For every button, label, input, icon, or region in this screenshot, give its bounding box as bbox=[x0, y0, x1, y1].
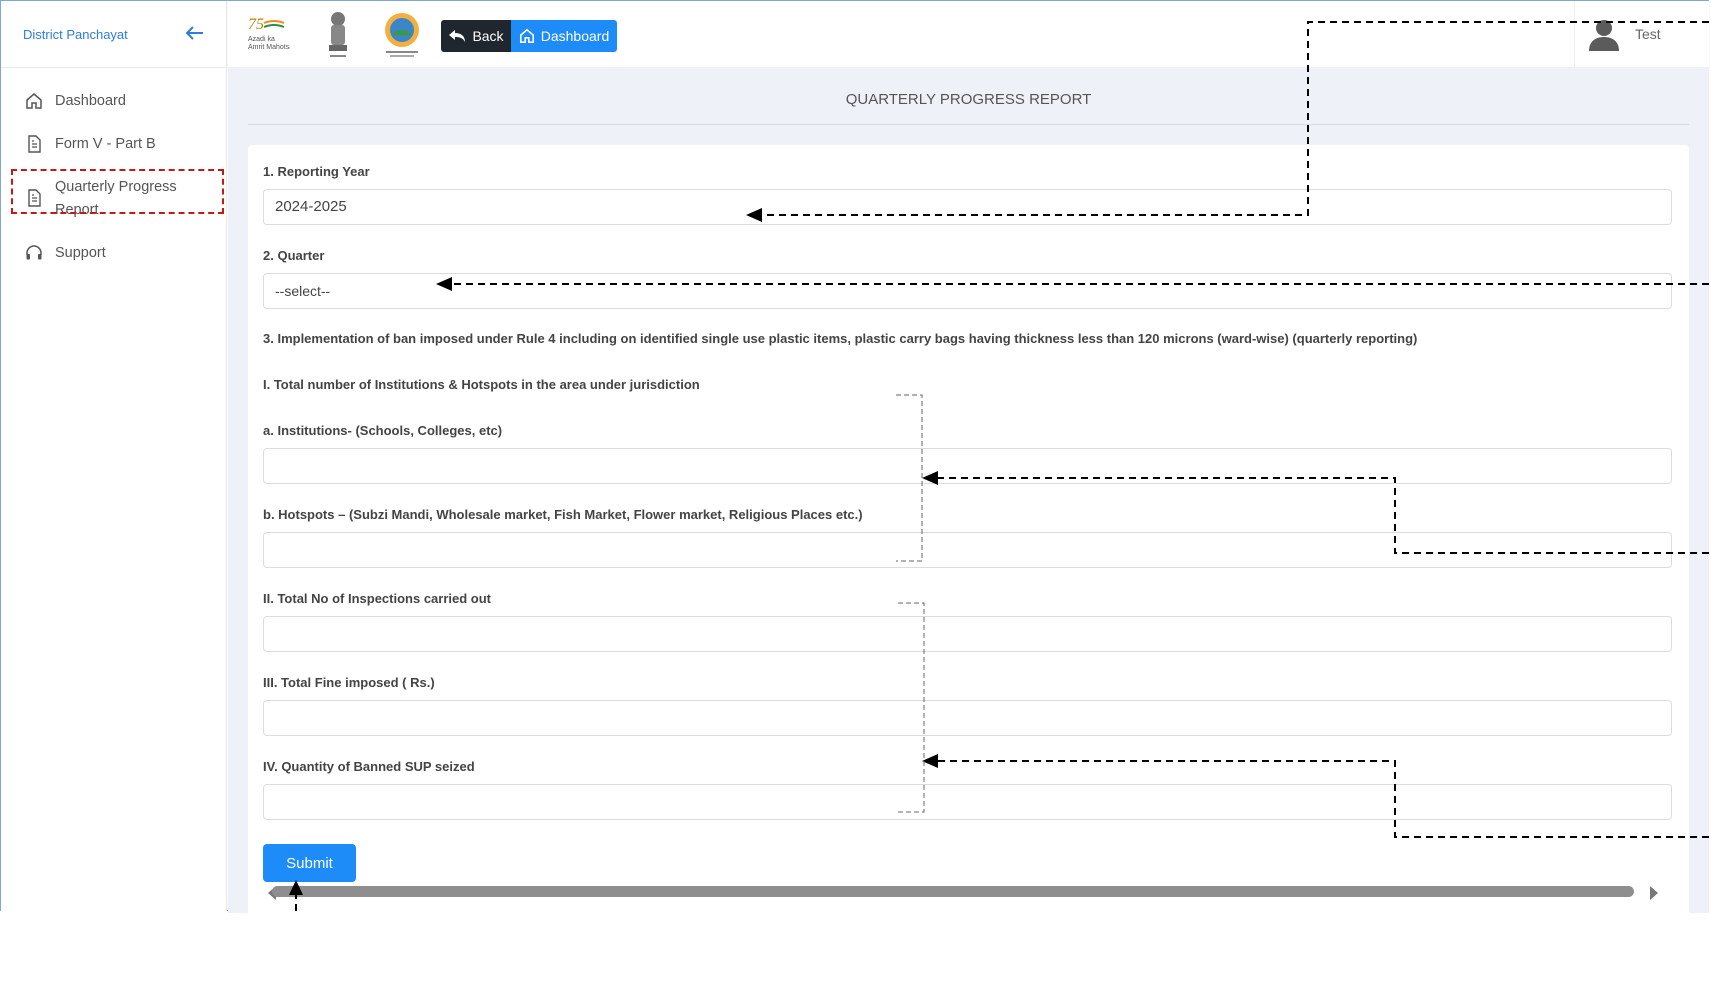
reporting-year-label: 1. Reporting Year bbox=[263, 164, 370, 179]
dashboard-button-label: Dashboard bbox=[540, 28, 610, 44]
highlight-annotation-box bbox=[11, 169, 224, 214]
national-emblem-logo bbox=[324, 9, 352, 66]
inspections-label: II. Total No of Inspections carried out bbox=[263, 591, 492, 606]
sidebar-item-form-v-part-b[interactable]: Form V - Part B bbox=[1, 123, 226, 166]
user-avatar-icon bbox=[1589, 20, 1619, 51]
sidebar-item-label: Dashboard bbox=[55, 93, 126, 109]
page-title: QUARTERLY PROGRESS REPORT bbox=[248, 91, 1689, 125]
submit-button[interactable]: Submit bbox=[263, 844, 356, 882]
collapse-arrow-icon[interactable] bbox=[185, 24, 204, 45]
hotspots-input[interactable] bbox=[263, 532, 1672, 568]
form-card: 1. Reporting Year 2024-2025 2. Quarter -… bbox=[248, 145, 1689, 985]
inspections-input[interactable] bbox=[263, 616, 1672, 652]
dashboard-button[interactable]: Dashboard bbox=[511, 20, 617, 52]
svg-text:75: 75 bbox=[248, 16, 264, 33]
home-icon bbox=[26, 93, 42, 109]
home-icon bbox=[519, 28, 534, 44]
user-name: Test bbox=[1635, 26, 1661, 42]
sidebar: District Panchayat Dashboard Form V - Pa… bbox=[1, 1, 227, 911]
quarter-label: 2. Quarter bbox=[263, 248, 325, 263]
user-menu[interactable]: Test bbox=[1574, 1, 1709, 67]
fine-imposed-input[interactable] bbox=[263, 700, 1672, 736]
ban-implementation-label: 3. Implementation of ban imposed under R… bbox=[263, 331, 1418, 346]
top-bar: 75 Azadi ka Amrit Mahotsav Back Dashboar… bbox=[228, 1, 1709, 68]
sup-seized-label: IV. Quantity of Banned SUP seized bbox=[263, 759, 475, 774]
ministry-logo bbox=[382, 11, 422, 66]
institutions-label: a. Institutions- (Schools, Colleges, etc… bbox=[263, 423, 503, 438]
back-button-label: Back bbox=[472, 28, 504, 44]
back-button[interactable]: Back bbox=[441, 20, 511, 52]
sidebar-item-dashboard[interactable]: Dashboard bbox=[1, 80, 226, 123]
svg-text:Azadi ka: Azadi ka bbox=[248, 36, 275, 43]
sidebar-item-label: Support bbox=[55, 245, 106, 261]
azadi-ka-amrit-mahotsav-logo: 75 Azadi ka Amrit Mahotsav bbox=[246, 15, 297, 56]
sidebar-header: District Panchayat bbox=[1, 1, 226, 68]
institutions-hotspots-heading: I. Total number of Institutions & Hotspo… bbox=[263, 377, 700, 392]
institutions-input[interactable] bbox=[263, 448, 1672, 484]
sidebar-item-support[interactable]: Support bbox=[1, 232, 226, 275]
main-content: QUARTERLY PROGRESS REPORT 1. Reporting Y… bbox=[228, 67, 1709, 985]
scrollbar-thumb[interactable] bbox=[272, 886, 1634, 897]
svg-text:Amrit Mahotsav: Amrit Mahotsav bbox=[248, 44, 290, 51]
headset-icon bbox=[26, 245, 42, 260]
quarter-select[interactable]: --select-- bbox=[263, 273, 1672, 309]
reporting-year-field[interactable]: 2024-2025 bbox=[263, 189, 1672, 225]
sidebar-title: District Panchayat bbox=[23, 26, 128, 42]
sidebar-item-label: Form V - Part B bbox=[55, 136, 156, 152]
reply-arrow-icon bbox=[449, 30, 466, 42]
hotspots-label: b. Hotspots – (Subzi Mandi, Wholesale ma… bbox=[263, 507, 863, 522]
sup-seized-input[interactable] bbox=[263, 784, 1672, 820]
fine-imposed-label: III. Total Fine imposed ( Rs.) bbox=[263, 675, 435, 690]
document-icon bbox=[28, 135, 41, 153]
